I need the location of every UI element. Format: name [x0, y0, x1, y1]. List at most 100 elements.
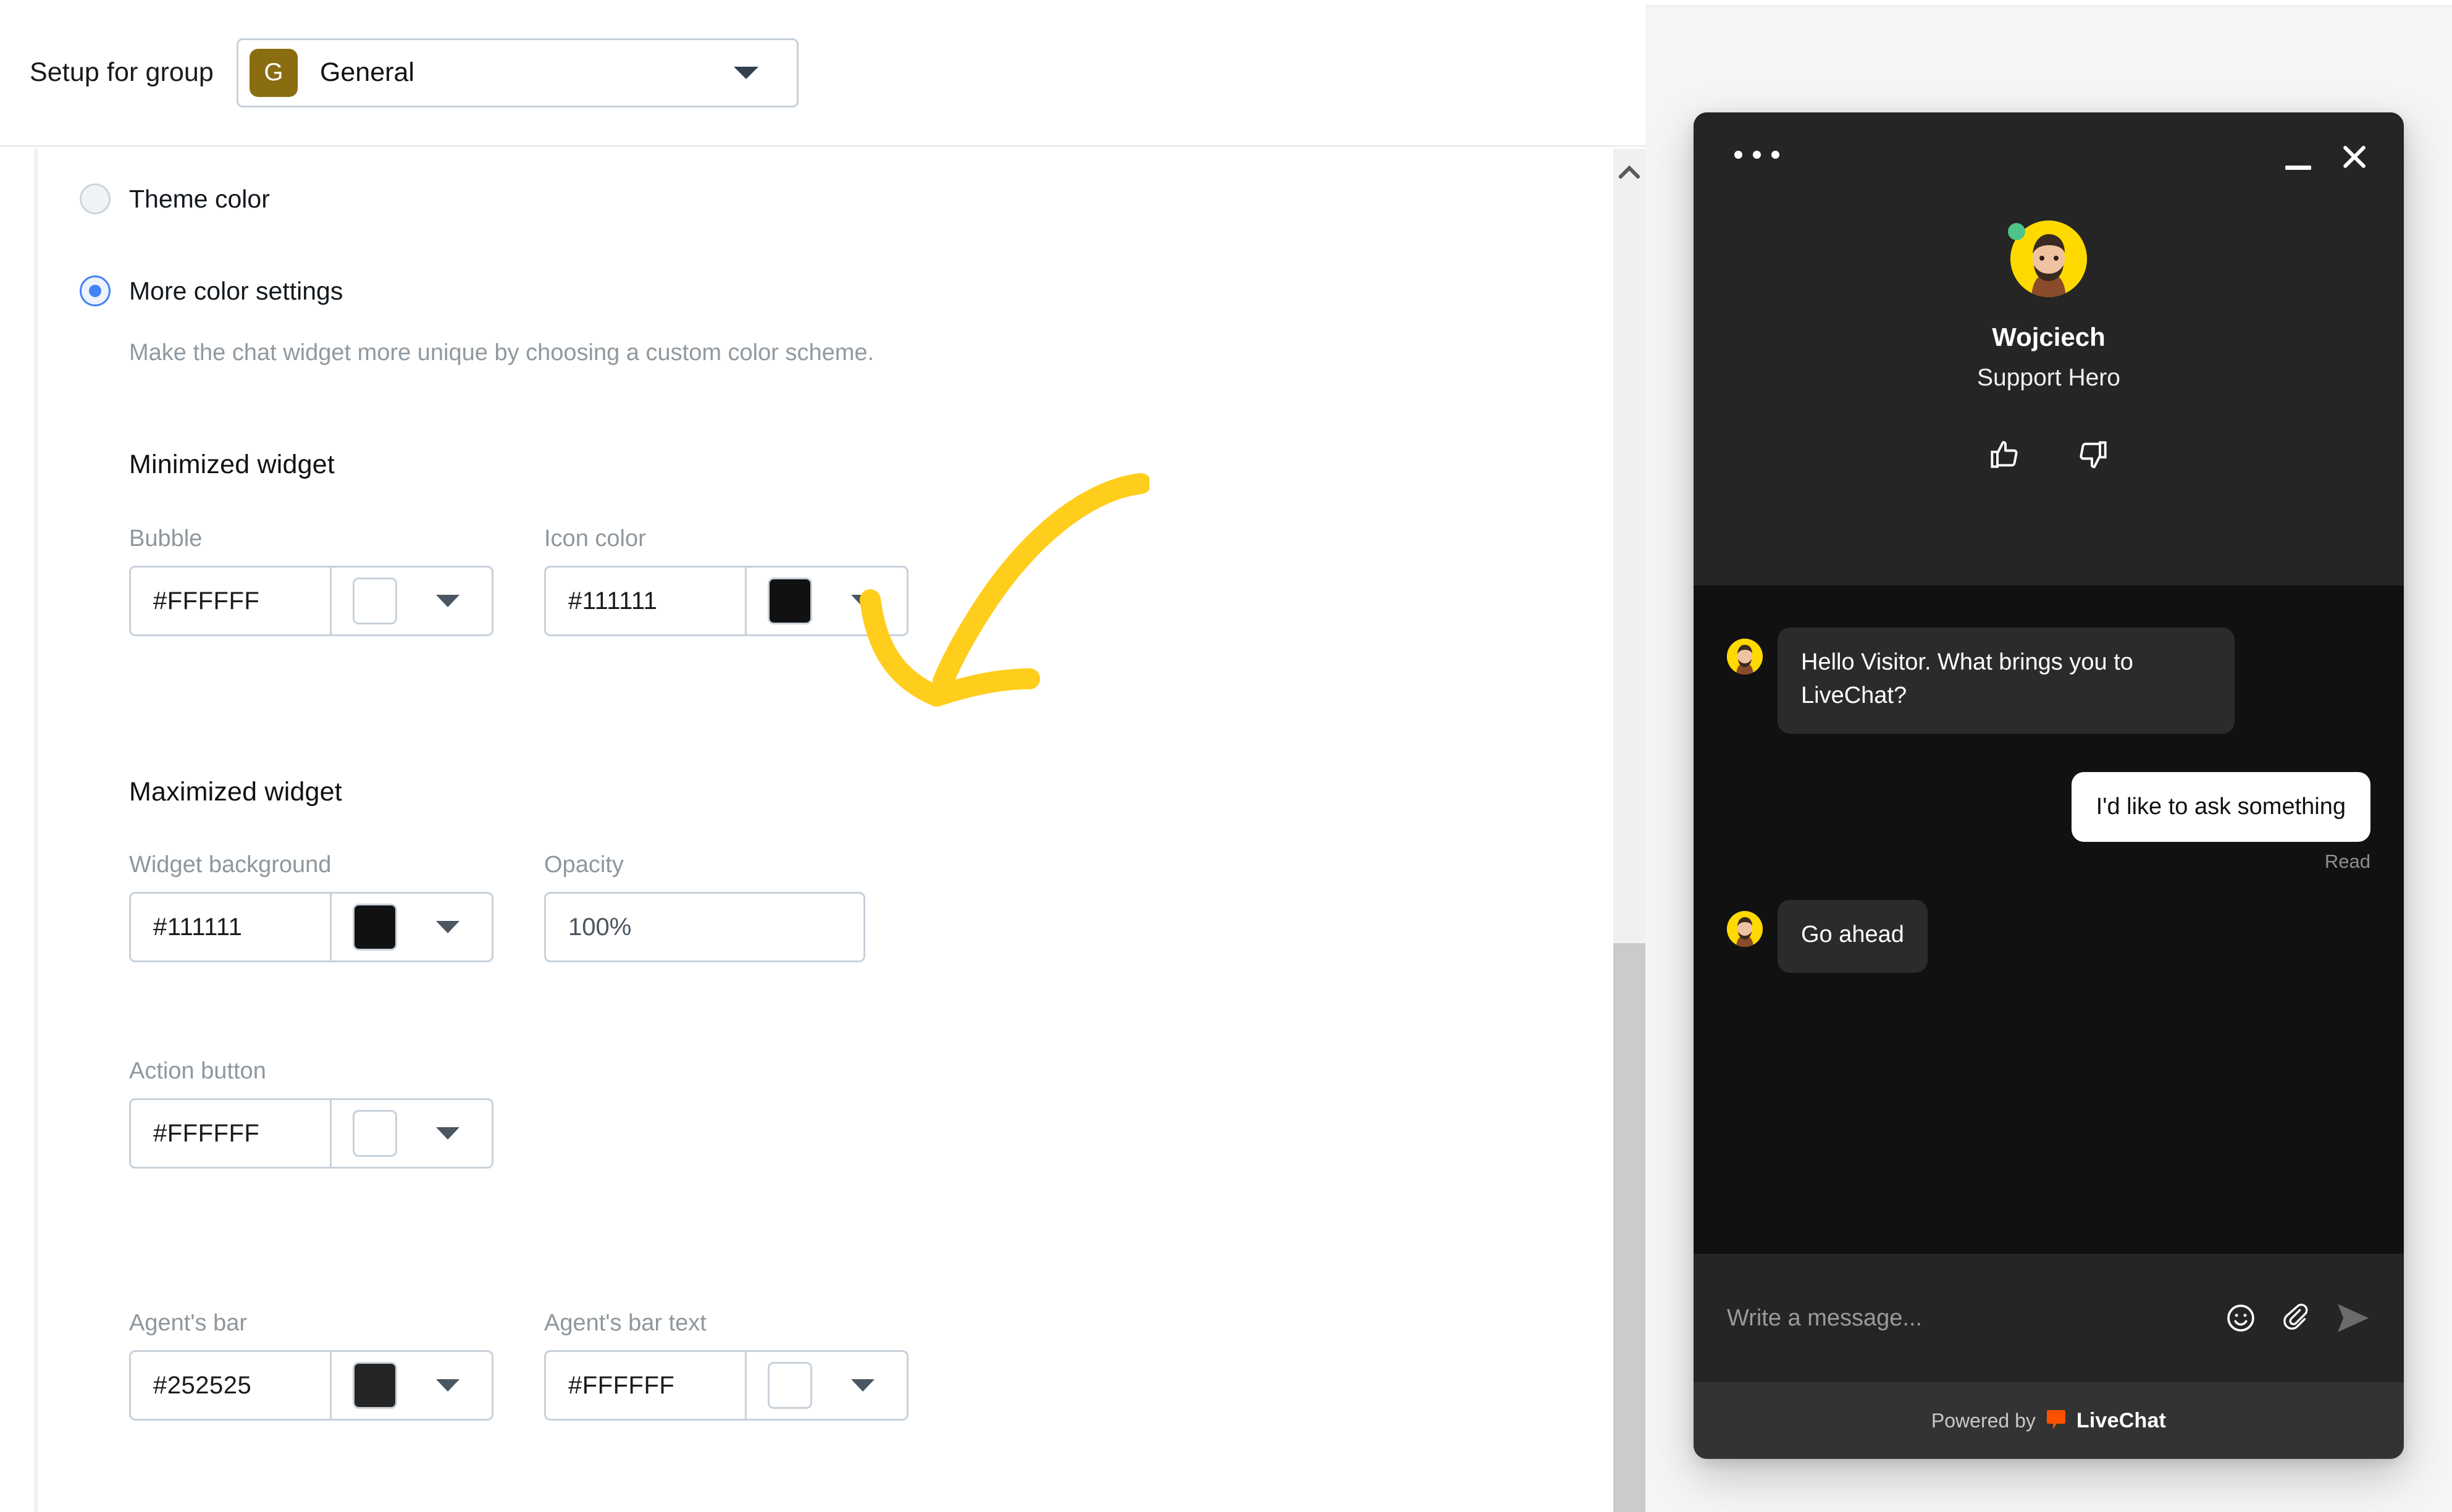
field-opacity-label: Opacity — [544, 852, 624, 878]
widget-background-value[interactable]: #111111 — [131, 894, 330, 960]
agents-bar-value[interactable]: #252525 — [131, 1352, 330, 1419]
agent-role: Support Hero — [1977, 364, 2120, 391]
agent-name: Wojciech — [1992, 322, 2106, 351]
icon-color-swatch — [768, 578, 812, 624]
icon-color-picker[interactable] — [745, 568, 907, 634]
chevron-down-icon — [851, 595, 875, 607]
widget-agent-bar: Wojciech Support Hero — [1694, 112, 2404, 586]
field-bubble-label: Bubble — [129, 526, 203, 552]
action-button-value[interactable]: #FFFFFF — [131, 1100, 330, 1167]
action-button-input[interactable]: #FFFFFF — [129, 1098, 493, 1169]
message-bubble: Go ahead — [1778, 900, 1928, 973]
emoji-icon[interactable] — [2225, 1302, 2257, 1334]
group-select-value: General — [319, 57, 414, 87]
field-agents-bar-label: Agent's bar — [129, 1310, 248, 1336]
field-widget-background-label: Widget background — [129, 852, 332, 878]
left-rail — [0, 149, 34, 1512]
bubble-color-input[interactable]: #FFFFFF — [129, 566, 493, 636]
agents-bar-text-swatch — [768, 1362, 812, 1409]
bubble-color-swatch — [353, 578, 397, 624]
livechat-logo-icon — [2046, 1410, 2065, 1429]
chevron-down-icon — [436, 1127, 460, 1140]
agents-bar-swatch — [353, 1362, 397, 1409]
vertical-scrollbar-thumb[interactable] — [1613, 943, 1645, 1512]
dot — [1753, 151, 1761, 159]
close-icon[interactable] — [2340, 142, 2369, 172]
more-options-icon[interactable] — [1734, 151, 1779, 159]
icon-color-value[interactable]: #111111 — [546, 568, 745, 634]
thumbs-up-icon[interactable] — [1989, 439, 2022, 471]
widget-background-input[interactable]: #111111 — [129, 892, 493, 962]
field-agents-bar: Agent's bar #252525 — [129, 1310, 493, 1421]
setup-for-group-label: Setup for group — [30, 57, 214, 87]
field-action-button: Action button #FFFFFF — [129, 1058, 493, 1169]
group-avatar-badge: G — [249, 48, 298, 97]
field-icon-color-label: Icon color — [544, 526, 646, 552]
action-button-picker[interactable] — [330, 1100, 492, 1167]
radio-theme-color-label: Theme color — [129, 184, 270, 213]
message-composer[interactable]: Write a message... — [1694, 1254, 2404, 1382]
message-input[interactable]: Write a message... — [1727, 1305, 2225, 1332]
backdrop-top-strip — [1645, 0, 2452, 5]
field-action-button-label: Action button — [129, 1058, 266, 1084]
livechat-brand-label: LiveChat — [2076, 1408, 2167, 1432]
send-icon[interactable] — [2336, 1303, 2370, 1334]
topbar: Setup for group G General — [0, 0, 1645, 147]
chevron-down-icon — [436, 921, 460, 933]
radio-more-color-settings[interactable]: More color settings — [80, 275, 343, 306]
more-color-settings-helper: Make the chat widget more unique by choo… — [129, 340, 875, 366]
screen: Setup for group G General Theme color Mo… — [0, 0, 2452, 1512]
radio-icon-unselected — [80, 183, 111, 214]
field-agents-bar-text: Agent's bar text #FFFFFF — [544, 1310, 909, 1421]
message-bubble: Hello Visitor. What brings you to LiveCh… — [1778, 628, 2235, 734]
bubble-color-picker[interactable] — [330, 568, 492, 634]
backdrop-separator — [1645, 5, 2452, 7]
message-row-visitor: I'd like to ask something Read — [1727, 771, 2370, 873]
radio-more-color-settings-label: More color settings — [129, 276, 343, 305]
chevron-down-icon — [733, 66, 758, 79]
opacity-input[interactable]: 100% — [544, 892, 865, 962]
field-opacity: Opacity 100% — [544, 852, 865, 962]
agent-avatar-wrap — [2008, 220, 2087, 297]
agents-bar-input[interactable]: #252525 — [129, 1350, 493, 1421]
agents-bar-text-picker[interactable] — [745, 1352, 907, 1419]
radio-dot — [89, 285, 101, 297]
message-bubble: I'd like to ask something — [2071, 771, 2370, 842]
avatar — [1727, 639, 1763, 674]
message-status: Read — [2324, 850, 2370, 873]
icon-color-input[interactable]: #111111 — [544, 566, 909, 636]
avatar — [1727, 911, 1763, 947]
agents-bar-picker[interactable] — [330, 1352, 492, 1419]
field-icon-color: Icon color #111111 — [544, 526, 909, 636]
scroll-up-chevron-icon[interactable] — [1619, 150, 1640, 193]
group-select[interactable]: G General — [236, 38, 799, 107]
message-row-agent: Go ahead — [1727, 900, 2370, 973]
message-row-agent: Hello Visitor. What brings you to LiveCh… — [1727, 628, 2370, 734]
thumbs-down-icon[interactable] — [2076, 439, 2108, 471]
dot — [1771, 151, 1779, 159]
agents-bar-text-value[interactable]: #FFFFFF — [546, 1352, 745, 1419]
attachment-icon[interactable] — [2280, 1302, 2312, 1334]
window-controls — [2285, 142, 2369, 172]
chevron-down-icon — [436, 1379, 460, 1392]
composer-actions — [2225, 1302, 2370, 1334]
dot — [1734, 151, 1742, 159]
field-bubble: Bubble #FFFFFF — [129, 526, 493, 636]
powered-by-label: Powered by — [1931, 1409, 2036, 1432]
minimize-icon[interactable] — [2285, 165, 2311, 170]
widget-background-picker[interactable] — [330, 894, 492, 960]
field-widget-background: Widget background #111111 — [129, 852, 493, 962]
field-agents-bar-text-label: Agent's bar text — [544, 1310, 707, 1336]
chat-widget-preview: Wojciech Support Hero Hello Visitor. Wha… — [1694, 112, 2404, 1459]
section-title-maximized: Maximized widget — [129, 777, 342, 807]
radio-icon-selected — [80, 275, 111, 306]
radio-theme-color[interactable]: Theme color — [80, 183, 270, 214]
action-button-swatch — [353, 1110, 397, 1157]
widget-footer: Powered by LiveChat — [1694, 1382, 2404, 1459]
bubble-color-value[interactable]: #FFFFFF — [131, 568, 330, 634]
presence-online-indicator — [2008, 223, 2025, 240]
widget-background-swatch — [353, 904, 397, 951]
message-list: Hello Visitor. What brings you to LiveCh… — [1694, 586, 2404, 1254]
settings-content: Theme color More color settings Make the… — [38, 149, 1613, 1512]
agents-bar-text-input[interactable]: #FFFFFF — [544, 1350, 909, 1421]
